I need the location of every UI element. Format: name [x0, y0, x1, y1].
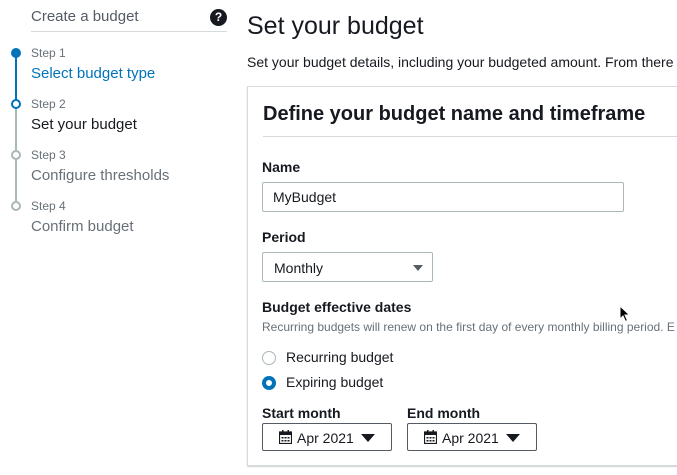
sidebar-header: Create a budget ? — [31, 8, 227, 32]
step-3-name: Configure thresholds — [31, 167, 170, 184]
period-select[interactable]: Monthly — [262, 252, 433, 282]
caret-down-icon — [506, 434, 520, 442]
expiring-radio-button[interactable] — [262, 376, 276, 390]
sidebar-title: Create a budget — [31, 8, 139, 25]
step-connector-2 — [15, 108, 17, 154]
panel-title: Define your budget name and timeframe — [263, 103, 646, 125]
effective-dates-hint: Recurring budgets will renew on the firs… — [262, 320, 675, 334]
wizard-sidebar: Create a budget ? Step 1 Select budget t… — [0, 0, 230, 475]
page-description: Set your budget details, including your … — [247, 54, 674, 70]
calendar-icon — [424, 430, 437, 444]
panel-header: Define your budget name and timeframe — [263, 87, 677, 137]
mouse-cursor-icon — [619, 305, 631, 323]
caret-down-icon — [361, 434, 375, 442]
step-connector-1 — [15, 57, 17, 103]
start-month-value: Apr 2021 — [297, 430, 354, 446]
period-select-value: Monthly — [274, 260, 324, 276]
start-month-picker[interactable]: Apr 2021 — [262, 423, 392, 451]
end-month-picker[interactable]: Apr 2021 — [407, 423, 537, 451]
effective-dates-label: Budget effective dates — [262, 299, 412, 315]
calendar-icon — [279, 430, 292, 444]
help-icon[interactable]: ? — [210, 9, 227, 26]
period-field-label: Period — [262, 229, 306, 245]
step-2-name: Set your budget — [31, 116, 137, 133]
step-3-label: Step 3 — [31, 148, 66, 162]
name-field-label: Name — [262, 159, 301, 175]
step-1-link[interactable]: Select budget type — [31, 65, 155, 82]
budget-name-input[interactable] — [262, 182, 624, 212]
step-4-indicator — [11, 201, 21, 211]
step-3-indicator — [11, 150, 21, 160]
step-2-label: Step 2 — [31, 97, 66, 111]
step-connector-3 — [15, 159, 17, 205]
start-month-label: Start month — [262, 405, 341, 421]
recurring-radio-button[interactable] — [262, 351, 276, 365]
recurring-radio-label: Recurring budget — [286, 349, 394, 365]
end-month-label: End month — [407, 405, 481, 421]
expiring-radio-label: Expiring budget — [286, 374, 384, 390]
step-1-indicator — [11, 48, 21, 58]
step-1-label: Step 1 — [31, 46, 66, 60]
step-4-name: Confirm budget — [31, 218, 134, 235]
page-title: Set your budget — [247, 12, 424, 40]
end-month-value: Apr 2021 — [442, 430, 499, 446]
step-2-indicator — [11, 99, 21, 109]
step-4-label: Step 4 — [31, 199, 66, 213]
caret-down-icon — [413, 265, 423, 271]
